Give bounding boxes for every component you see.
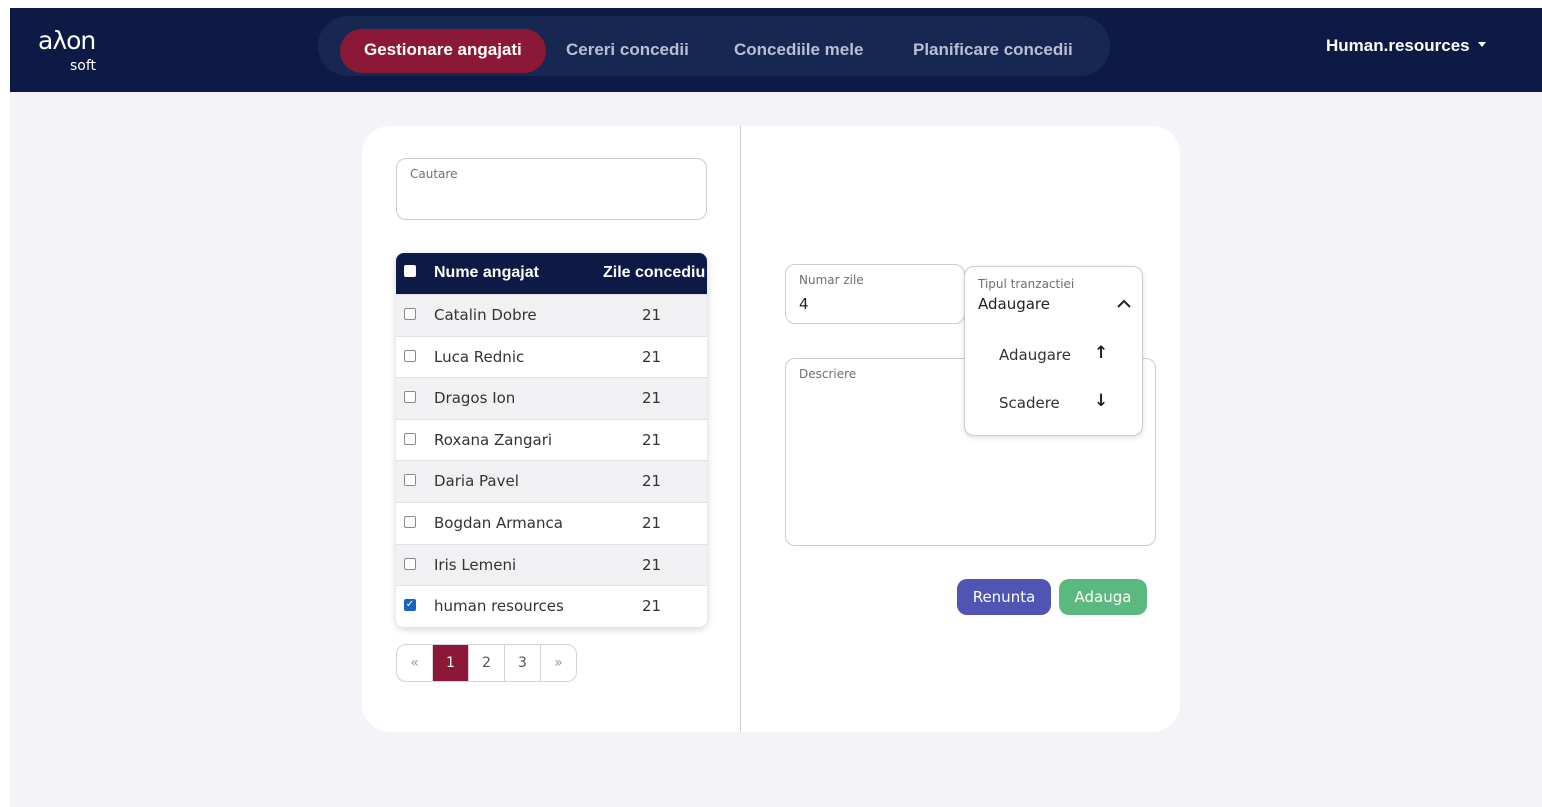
logo-sub-text: soft — [70, 58, 97, 74]
table-header: Nume angajat Zile concediu — [396, 253, 707, 294]
table-row[interactable]: Bogdan Armanca 21 — [396, 502, 707, 544]
transaction-type-select[interactable]: Tipul tranzactiei Adaugare Adaugare ↑ Sc… — [964, 266, 1143, 436]
transaction-type-value: Adaugare — [978, 295, 1050, 313]
leave-days: 21 — [642, 306, 662, 324]
chevron-up-icon[interactable] — [1116, 297, 1132, 309]
option-scadere[interactable]: Scadere — [999, 394, 1060, 412]
row-checkbox-checked[interactable]: ✓ — [404, 599, 416, 612]
days-input-value: 4 — [799, 295, 809, 313]
pagination-next[interactable]: » — [540, 645, 576, 681]
select-all-checkbox[interactable] — [404, 265, 416, 277]
row-checkbox[interactable] — [404, 391, 416, 404]
arrow-up-icon: ↑ — [1094, 343, 1109, 363]
option-adaugare[interactable]: Adaugare — [999, 346, 1071, 364]
pagination-prev[interactable]: « — [397, 645, 432, 681]
arrow-down-icon: ↓ — [1094, 391, 1109, 411]
row-checkbox[interactable] — [404, 516, 416, 528]
tab-cereri-concedii[interactable]: Cereri concedii — [566, 29, 689, 73]
table-row[interactable]: Iris Lemeni 21 — [396, 543, 707, 586]
table-row[interactable]: Catalin Dobre 21 — [396, 294, 707, 336]
app-frame: aλon soft Gestionare angajati Cereri con… — [10, 8, 1542, 807]
table-row[interactable]: Roxana Zangari 21 — [396, 418, 707, 461]
pagination: « 1 2 3 » — [396, 644, 577, 682]
leave-days: 21 — [642, 555, 662, 574]
description-label: Descriere — [799, 367, 857, 381]
pagination-page-3[interactable]: 3 — [504, 645, 540, 681]
caret-down-icon — [1477, 42, 1486, 47]
row-checkbox[interactable] — [404, 474, 416, 487]
top-navbar: aλon soft Gestionare angajati Cereri con… — [10, 8, 1542, 92]
leave-days: 21 — [642, 430, 662, 449]
logo-main-text: aλon — [38, 26, 96, 55]
tab-planificare-concedii[interactable]: Planificare concedii — [913, 29, 1073, 73]
employees-table: Nume angajat Zile concediu Catalin Dobre… — [396, 253, 707, 627]
leave-days: 21 — [642, 472, 662, 491]
nav-tabs-bar: Gestionare angajati Cereri concedii Conc… — [318, 16, 1110, 76]
employee-name: Roxana Zangari — [434, 430, 553, 449]
table-row[interactable]: Luca Rednic 21 — [396, 335, 707, 378]
employee-name: human resources — [434, 597, 564, 616]
table-row[interactable]: ✓ human resources 21 — [396, 585, 707, 627]
employee-name: Bogdan Armanca — [434, 514, 563, 532]
leave-days: 21 — [642, 597, 662, 616]
employee-name: Luca Rednic — [434, 347, 525, 366]
company-logo[interactable]: aλon soft — [38, 22, 104, 78]
user-menu[interactable]: Human.resources — [1326, 36, 1486, 56]
row-checkbox[interactable] — [404, 349, 416, 362]
pagination-page-2[interactable]: 2 — [468, 645, 504, 681]
add-button[interactable]: Adauga — [1059, 579, 1147, 615]
search-field[interactable]: Cautare — [396, 158, 707, 220]
search-label: Cautare — [410, 167, 458, 181]
transaction-type-label: Tipul tranzactiei — [978, 277, 1075, 291]
table-row[interactable]: Daria Pavel 21 — [396, 460, 707, 502]
leave-days: 21 — [642, 347, 662, 366]
user-menu-label: Human.resources — [1326, 36, 1470, 55]
row-checkbox[interactable] — [404, 432, 416, 445]
leave-days: 21 — [642, 389, 662, 408]
employee-name: Iris Lemeni — [434, 555, 517, 574]
employee-name: Catalin Dobre — [434, 306, 537, 324]
row-checkbox[interactable] — [404, 308, 416, 320]
pagination-page-1[interactable]: 1 — [432, 645, 468, 681]
employee-leave-card: Cautare Nume angajat Zile concediu Catal… — [362, 126, 1180, 732]
days-field[interactable]: Numar zile 4 — [785, 264, 965, 324]
header-name: Nume angajat — [434, 264, 539, 281]
row-checkbox[interactable] — [404, 557, 416, 570]
tab-gestionare-angajati[interactable]: Gestionare angajati — [340, 29, 546, 73]
header-days: Zile concediu — [603, 264, 706, 281]
table-row[interactable]: Dragos Ion 21 — [396, 377, 707, 419]
tab-concediile-mele[interactable]: Concediile mele — [734, 29, 863, 73]
employee-name: Dragos Ion — [434, 389, 516, 408]
cancel-button[interactable]: Renunta — [957, 579, 1051, 615]
leave-days: 21 — [642, 514, 662, 532]
employee-name: Daria Pavel — [434, 472, 519, 491]
panel-divider — [740, 126, 741, 732]
days-label: Numar zile — [799, 273, 864, 287]
